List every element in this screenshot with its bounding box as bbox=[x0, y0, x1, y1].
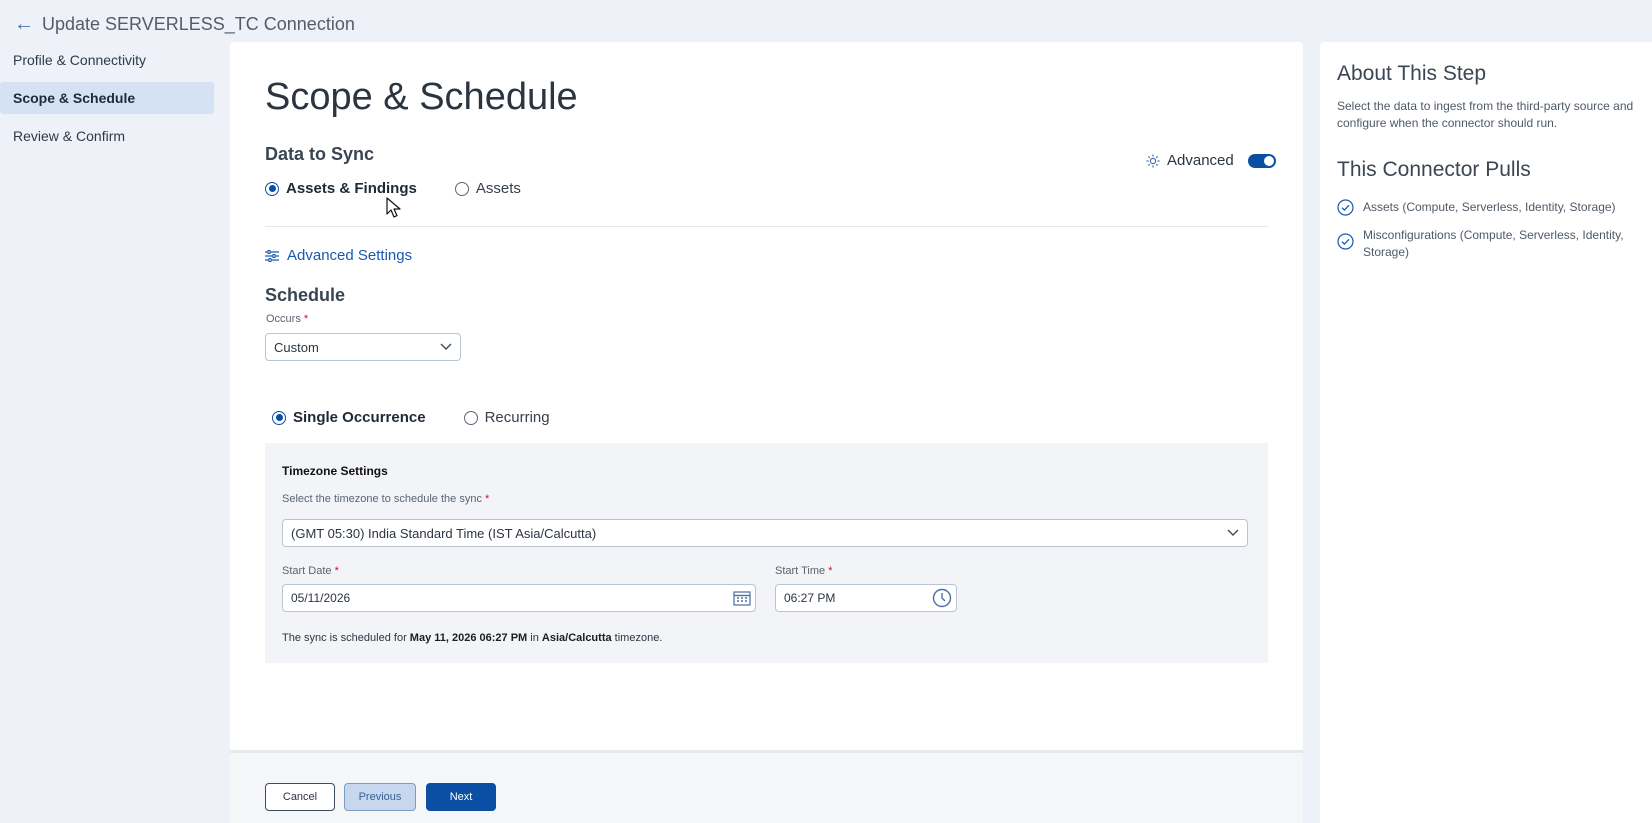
wizard-steps-nav: Profile & Connectivity Scope & Schedule … bbox=[0, 44, 216, 158]
main-panel: Scope & Schedule Data to Sync Advanced A… bbox=[230, 42, 1303, 752]
data-to-sync-title: Data to Sync bbox=[265, 144, 375, 164]
header-bar: ← Update SERVERLESS_TC Connection bbox=[0, 4, 1652, 44]
nav-step-profile-connectivity[interactable]: Profile & Connectivity bbox=[0, 44, 214, 76]
start-time-label: Start Time * bbox=[775, 565, 833, 577]
list-item: Assets (Compute, Serverless, Identity, S… bbox=[1337, 199, 1647, 216]
about-step-description: Select the data to ingest from the third… bbox=[1337, 99, 1634, 130]
wizard-footer: Cancel Previous Next bbox=[230, 750, 1303, 823]
start-time-input[interactable]: 06:27 PM bbox=[775, 584, 957, 612]
advanced-label: Advanced bbox=[1167, 152, 1234, 169]
calendar-icon[interactable] bbox=[733, 590, 751, 606]
radio-assets[interactable]: Assets bbox=[454, 180, 521, 197]
page-title: Scope & Schedule bbox=[265, 76, 578, 118]
schedule-summary: The sync is scheduled for May 11, 2026 0… bbox=[282, 632, 663, 644]
sliders-icon bbox=[265, 249, 279, 262]
timezone-settings-title: Timezone Settings bbox=[282, 464, 388, 478]
check-circle-icon bbox=[1337, 233, 1354, 250]
info-side-panel: About This Step Select the data to inges… bbox=[1320, 42, 1652, 823]
list-item: Misconfigurations (Compute, Serverless, … bbox=[1337, 227, 1647, 261]
start-date-label: Start Date * bbox=[282, 565, 339, 577]
page-header-title: Update SERVERLESS_TC Connection bbox=[42, 13, 355, 34]
schedule-title: Schedule bbox=[265, 285, 346, 305]
data-to-sync-options: Assets & Findings Assets bbox=[265, 180, 559, 197]
timezone-settings-panel: Timezone Settings Select the timezone to… bbox=[265, 443, 1268, 663]
section-divider bbox=[265, 226, 1268, 227]
previous-button[interactable]: Previous bbox=[344, 783, 416, 811]
timezone-select[interactable]: (GMT 05:30) India Standard Time (IST Asi… bbox=[282, 519, 1248, 547]
occurrence-options: Single Occurrence Recurring bbox=[272, 409, 588, 426]
mouse-cursor-icon bbox=[386, 197, 401, 218]
timezone-select-label: Select the timezone to schedule the sync… bbox=[282, 493, 490, 505]
chevron-down-icon bbox=[1227, 529, 1239, 536]
check-circle-icon bbox=[1337, 199, 1354, 216]
advanced-settings-link[interactable]: Advanced Settings bbox=[265, 247, 412, 264]
advanced-toggle[interactable] bbox=[1247, 153, 1276, 168]
radio-assets-findings[interactable]: Assets & Findings bbox=[265, 180, 417, 197]
start-date-input[interactable]: 05/11/2026 bbox=[282, 584, 756, 612]
chevron-down-icon bbox=[440, 343, 452, 350]
next-button[interactable]: Next bbox=[426, 783, 496, 811]
occurs-label: Occurs * bbox=[266, 313, 309, 325]
nav-step-scope-schedule[interactable]: Scope & Schedule bbox=[0, 82, 214, 114]
occurs-select[interactable]: Custom bbox=[265, 333, 461, 361]
radio-single-occurrence[interactable]: Single Occurrence bbox=[272, 409, 426, 426]
advanced-toggle-group: Advanced bbox=[1145, 152, 1276, 169]
cancel-button[interactable]: Cancel bbox=[265, 783, 335, 811]
clock-icon[interactable] bbox=[932, 588, 952, 608]
connector-pulls-title: This Connector Pulls bbox=[1337, 158, 1531, 181]
about-step-title: About This Step bbox=[1337, 62, 1487, 85]
nav-step-review-confirm[interactable]: Review & Confirm bbox=[0, 120, 214, 152]
gear-icon bbox=[1146, 154, 1160, 167]
arrow-left-icon[interactable]: ← bbox=[14, 14, 34, 34]
radio-recurring[interactable]: Recurring bbox=[463, 409, 550, 426]
